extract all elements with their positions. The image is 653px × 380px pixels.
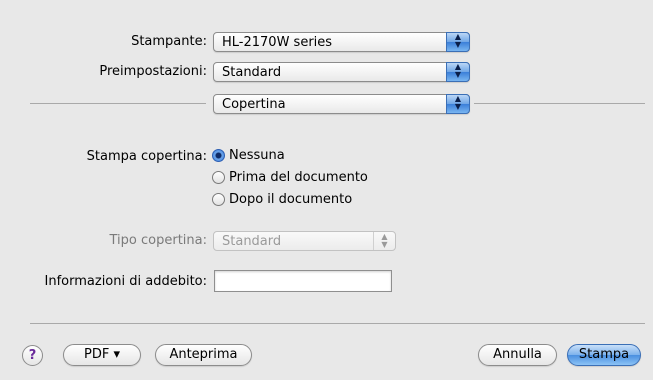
- cover-type-label: Tipo copertina:: [109, 233, 207, 248]
- printer-label: Stampante:: [131, 34, 207, 49]
- radio-button-icon: [212, 193, 225, 206]
- cover-type-value: Standard: [222, 234, 282, 249]
- presets-label: Preimpostazioni:: [99, 64, 207, 79]
- cover-type-popup: Standard ▲ ▼: [213, 231, 396, 251]
- separator-bottom: [30, 323, 645, 324]
- up-down-arrows-icon: ▲ ▼: [446, 62, 470, 82]
- radio-after-document-label: Dopo il documento: [229, 192, 353, 207]
- radio-before-document-label: Prima del documento: [229, 170, 368, 185]
- radio-none-label: Nessuna: [229, 148, 285, 163]
- presets-value: Standard: [222, 65, 282, 80]
- radio-button-icon: [212, 171, 225, 184]
- question-mark-icon[interactable]: ?: [22, 345, 43, 366]
- separator-right: [474, 103, 645, 104]
- up-down-arrows-icon: ▲ ▼: [446, 94, 470, 114]
- up-down-arrows-icon: ▲ ▼: [373, 232, 395, 250]
- printer-popup[interactable]: HL-2170W series ▲ ▼: [213, 32, 470, 52]
- preview-button[interactable]: Anteprima: [155, 344, 252, 366]
- panel-popup[interactable]: Copertina ▲ ▼: [213, 94, 470, 114]
- cover-print-label: Stampa copertina:: [86, 149, 207, 164]
- separator-left: [30, 103, 206, 104]
- cancel-button[interactable]: Annulla: [478, 344, 557, 366]
- up-down-arrows-icon: ▲ ▼: [446, 32, 470, 52]
- billing-input[interactable]: [214, 270, 392, 292]
- radio-button-icon: [212, 149, 225, 162]
- billing-label: Informazioni di addebito:: [44, 274, 207, 289]
- pdf-button[interactable]: PDF ▾: [63, 344, 141, 366]
- print-button[interactable]: Stampa: [567, 344, 641, 366]
- printer-value: HL-2170W series: [222, 35, 333, 50]
- presets-popup[interactable]: Standard ▲ ▼: [213, 62, 470, 82]
- panel-value: Copertina: [222, 97, 286, 112]
